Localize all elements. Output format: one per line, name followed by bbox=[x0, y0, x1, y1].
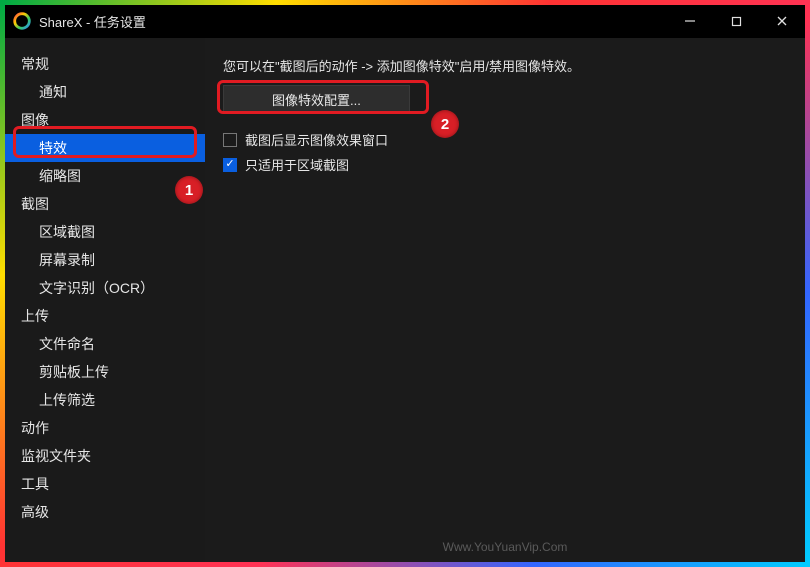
checkbox-icon bbox=[223, 133, 237, 147]
window-title: ShareX - 任务设置 bbox=[39, 12, 146, 31]
sidebar-item-label: 区域截图 bbox=[39, 224, 95, 240]
sidebar-item-label: 文件命名 bbox=[39, 336, 95, 352]
sidebar-item-label: 文字识别（OCR） bbox=[39, 280, 154, 296]
sidebar: 常规 通知 图像 特效 缩略图 截图 区域截图 屏幕录制 文字识别（OCR） 上… bbox=[5, 38, 205, 562]
sidebar-item-label: 屏幕录制 bbox=[39, 252, 95, 268]
sidebar-item-label: 剪贴板上传 bbox=[39, 364, 109, 380]
instruction-text: 您可以在"截图后的动作 -> 添加图像特效"启用/禁用图像特效。 bbox=[223, 56, 787, 75]
sidebar-item-notification[interactable]: 通知 bbox=[5, 78, 205, 106]
sidebar-item-label: 常规 bbox=[21, 56, 49, 72]
checkbox-show-effects-window[interactable]: 截图后显示图像效果窗口 bbox=[223, 130, 787, 149]
sidebar-item-screen-record[interactable]: 屏幕录制 bbox=[5, 246, 205, 274]
sidebar-item-clipboard-upload[interactable]: 剪贴板上传 bbox=[5, 358, 205, 386]
sidebar-item-label: 工具 bbox=[21, 476, 49, 492]
sidebar-item-upload-filter[interactable]: 上传筛选 bbox=[5, 386, 205, 414]
window-frame: ShareX - 任务设置 常规 通知 图像 特效 缩略图 截图 区域截图 屏幕… bbox=[0, 0, 810, 567]
checkbox-label: 只适用于区域截图 bbox=[245, 155, 349, 174]
sidebar-item-region-capture[interactable]: 区域截图 bbox=[5, 218, 205, 246]
sidebar-item-label: 特效 bbox=[39, 140, 67, 156]
sidebar-item-file-naming[interactable]: 文件命名 bbox=[5, 330, 205, 358]
sidebar-item-capture[interactable]: 截图 bbox=[5, 190, 205, 218]
sidebar-item-label: 缩略图 bbox=[39, 168, 81, 184]
minimize-button[interactable] bbox=[667, 5, 713, 37]
checkbox-icon bbox=[223, 158, 237, 172]
body: 常规 通知 图像 特效 缩略图 截图 区域截图 屏幕录制 文字识别（OCR） 上… bbox=[5, 37, 805, 562]
button-label: 图像特效配置... bbox=[272, 93, 361, 108]
watermark-text: Www.YouYuanVip.Com bbox=[205, 540, 805, 554]
sidebar-item-label: 通知 bbox=[39, 84, 67, 100]
checkbox-region-only[interactable]: 只适用于区域截图 bbox=[223, 155, 787, 174]
sidebar-item-image[interactable]: 图像 bbox=[5, 106, 205, 134]
sidebar-item-thumbnail[interactable]: 缩略图 bbox=[5, 162, 205, 190]
image-effects-config-button[interactable]: 图像特效配置... bbox=[223, 85, 410, 114]
maximize-button[interactable] bbox=[713, 5, 759, 37]
sidebar-item-label: 监视文件夹 bbox=[21, 448, 91, 464]
sidebar-item-upload[interactable]: 上传 bbox=[5, 302, 205, 330]
sidebar-item-effects[interactable]: 特效 bbox=[5, 134, 205, 162]
sidebar-item-actions[interactable]: 动作 bbox=[5, 414, 205, 442]
sidebar-item-label: 上传筛选 bbox=[39, 392, 95, 408]
sidebar-item-watch-folder[interactable]: 监视文件夹 bbox=[5, 442, 205, 470]
sidebar-item-tools[interactable]: 工具 bbox=[5, 470, 205, 498]
checkbox-label: 截图后显示图像效果窗口 bbox=[245, 130, 388, 149]
sidebar-item-ocr[interactable]: 文字识别（OCR） bbox=[5, 274, 205, 302]
sidebar-item-general[interactable]: 常规 bbox=[5, 50, 205, 78]
content-pane: 您可以在"截图后的动作 -> 添加图像特效"启用/禁用图像特效。 图像特效配置.… bbox=[205, 38, 805, 562]
sidebar-item-label: 动作 bbox=[21, 420, 49, 436]
sidebar-item-label: 高级 bbox=[21, 504, 49, 520]
close-button[interactable] bbox=[759, 5, 805, 37]
sidebar-item-label: 上传 bbox=[21, 308, 49, 324]
sidebar-item-advanced[interactable]: 高级 bbox=[5, 498, 205, 526]
sidebar-item-label: 截图 bbox=[21, 196, 49, 212]
sidebar-item-label: 图像 bbox=[21, 112, 49, 128]
sharex-icon bbox=[13, 12, 31, 30]
titlebar: ShareX - 任务设置 bbox=[5, 5, 805, 37]
